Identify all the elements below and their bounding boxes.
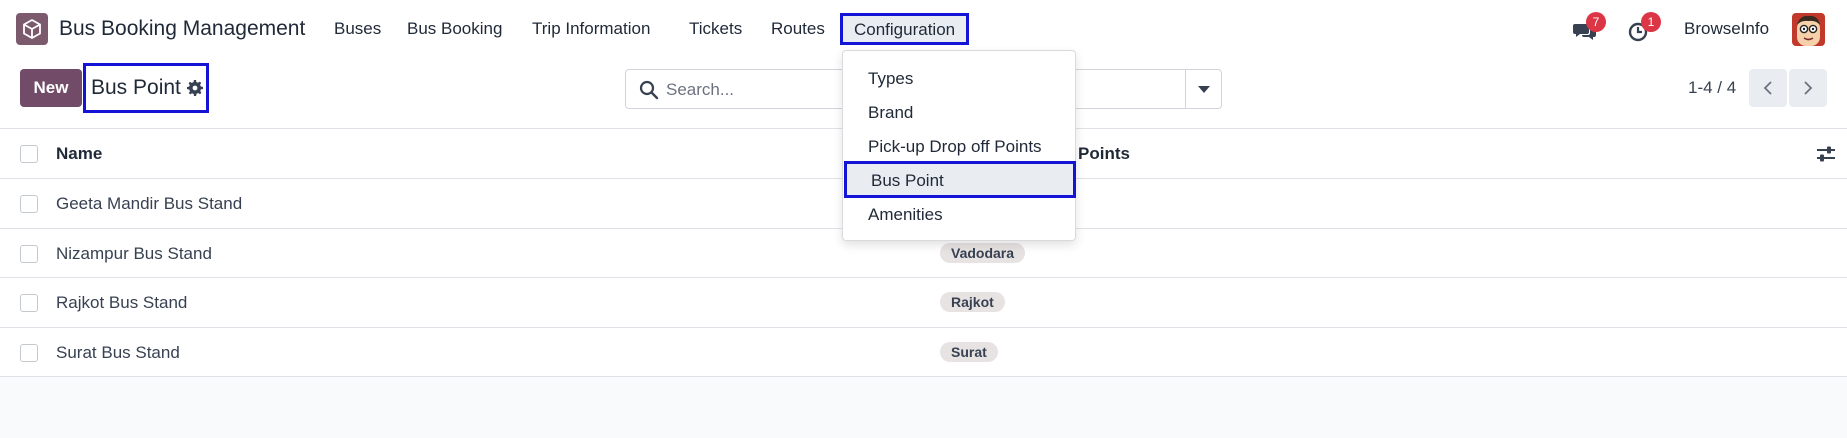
caret-down-icon [1198,85,1210,93]
sliders-icon[interactable] [1816,145,1836,163]
app-logo-icon[interactable] [16,13,48,45]
messages-button[interactable]: 7 [1572,12,1606,42]
select-all-checkbox[interactable] [20,145,38,163]
column-header-points[interactable]: Points [1078,144,1130,164]
table-row[interactable]: Surat Bus Stand Surat [0,328,1847,377]
configuration-dropdown-menu: Types Brand Pick-up Drop off Points Bus … [842,50,1076,241]
company-switcher[interactable]: BrowseInfo [1684,19,1769,39]
table-row[interactable]: Rajkot Bus Stand Rajkot [0,278,1847,328]
menu-buses[interactable]: Buses [334,19,381,39]
app-title[interactable]: Bus Booking Management [59,17,305,41]
row-name[interactable]: Rajkot Bus Stand [56,293,187,313]
pager-next-button[interactable] [1789,69,1827,107]
chevron-right-icon [1804,81,1813,95]
page-title: Bus Point [91,76,181,99]
messages-badge: 7 [1586,12,1606,32]
points-tag: Surat [940,341,998,362]
search-options-toggle[interactable] [1185,69,1222,109]
gear-icon[interactable] [186,80,203,96]
row-name[interactable]: Surat Bus Stand [56,343,180,363]
config-menu-bus-point[interactable]: Bus Point [844,161,1076,198]
points-tag: Vadodara [940,242,1026,263]
pager-previous-button[interactable] [1749,69,1787,107]
menu-trip-information[interactable]: Trip Information [532,19,650,39]
activities-badge: 1 [1641,12,1661,32]
points-tag: Rajkot [940,292,1005,312]
column-header-name[interactable]: Name [56,144,102,164]
breadcrumb: Bus Point [83,63,209,113]
menu-configuration[interactable]: Configuration [840,13,970,45]
menu-routes[interactable]: Routes [771,19,825,39]
config-menu-pickup-dropoff-points[interactable]: Pick-up Drop off Points [868,137,1042,157]
chevron-left-icon [1763,81,1772,95]
menu-bus-booking[interactable]: Bus Booking [407,19,502,39]
search-icon [639,80,659,100]
config-menu-types[interactable]: Types [868,69,913,89]
row-name[interactable]: Geeta Mandir Bus Stand [56,194,242,214]
row-name[interactable]: Nizampur Bus Stand [56,244,212,264]
menu-tickets[interactable]: Tickets [689,19,742,39]
row-checkbox[interactable] [20,195,38,213]
row-checkbox[interactable] [20,244,38,263]
avatar[interactable] [1792,13,1825,46]
activities-button[interactable]: 1 [1627,12,1661,42]
config-menu-brand[interactable]: Brand [868,103,913,123]
pager-value[interactable]: 1-4 / 4 [1688,78,1736,98]
row-checkbox[interactable] [20,343,38,362]
row-checkbox[interactable] [20,294,38,312]
new-button[interactable]: New [20,69,82,107]
config-menu-amenities[interactable]: Amenities [868,205,943,225]
